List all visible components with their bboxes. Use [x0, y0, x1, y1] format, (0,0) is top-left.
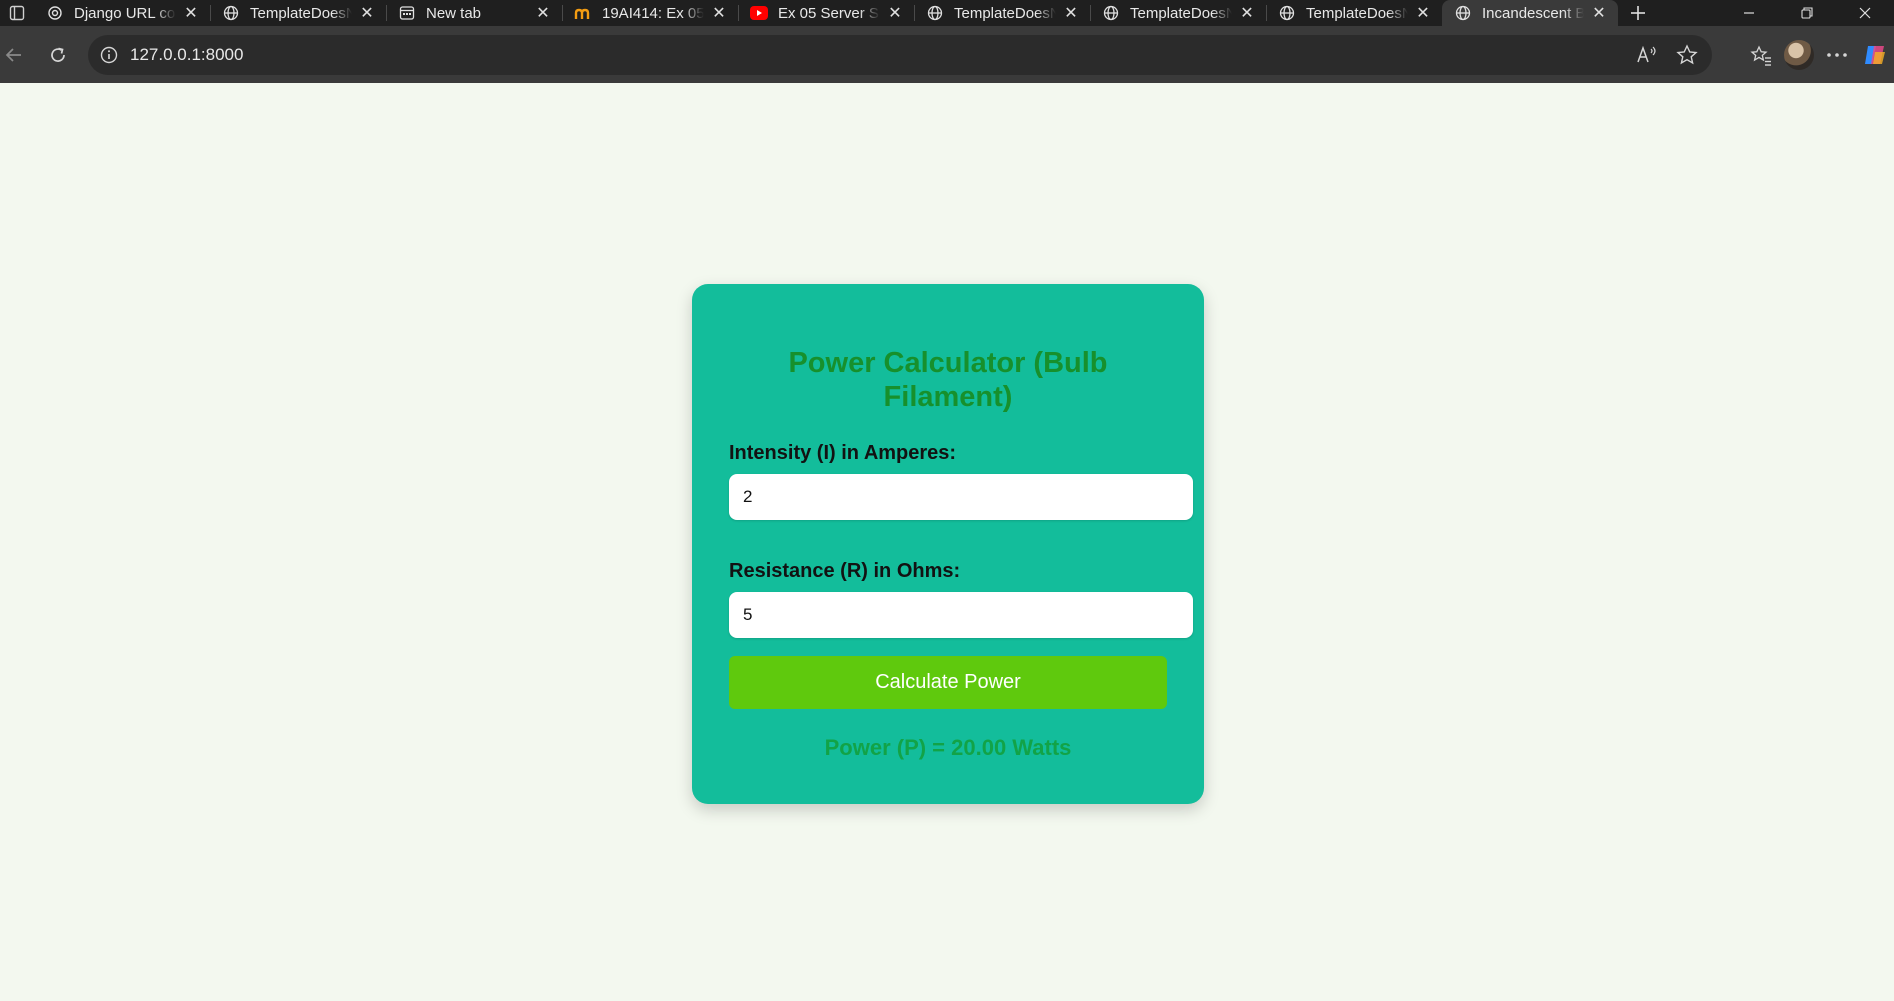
read-aloud-icon[interactable] — [1632, 40, 1662, 70]
tab-actions-button[interactable] — [0, 0, 34, 26]
minimize-icon — [1744, 12, 1754, 14]
globe-icon — [926, 4, 944, 22]
copilot-icon[interactable] — [1860, 40, 1890, 70]
globe-icon — [1278, 4, 1296, 22]
favorites-icon[interactable] — [1746, 40, 1776, 70]
intensity-label: Intensity (I) in Amperes: — [729, 442, 957, 464]
browser-tab[interactable]: TemplateDoesN ✕ — [914, 0, 1090, 26]
arrow-left-icon — [5, 48, 21, 62]
refresh-icon — [51, 47, 65, 62]
close-window-button[interactable] — [1836, 0, 1894, 26]
close-icon[interactable]: ✕ — [182, 4, 200, 22]
browser-tab[interactable]: Django URL co ✕ — [34, 0, 210, 26]
tab-title: TemplateDoesN — [954, 4, 1056, 22]
window-controls — [1720, 0, 1894, 26]
close-icon[interactable]: ✕ — [1238, 4, 1256, 22]
new-tab-page-icon — [398, 4, 416, 22]
tab-title: Django URL co — [74, 4, 176, 22]
more-options-icon[interactable] — [1822, 40, 1852, 70]
favorite-star-icon[interactable] — [1672, 40, 1702, 70]
power-calculator-card: Power Calculator (Bulb Filament) Intensi… — [692, 284, 1204, 804]
globe-icon — [1454, 4, 1472, 22]
calculate-power-button[interactable]: Calculate Power — [729, 656, 1167, 709]
resistance-input[interactable] — [729, 592, 1193, 638]
profile-avatar[interactable] — [1784, 40, 1814, 70]
tab-title: TemplateDoesN — [1306, 4, 1408, 22]
address-bar[interactable]: 127.0.0.1:8000 — [88, 35, 1712, 75]
sidebar-icon — [9, 5, 25, 21]
site-info-icon[interactable] — [100, 46, 118, 64]
browser-tab[interactable]: Ex 05 Server Si ✕ — [738, 0, 914, 26]
close-icon — [1859, 7, 1871, 19]
url-text[interactable]: 127.0.0.1:8000 — [130, 45, 243, 65]
resistance-label: Resistance (R) in Ohms: — [729, 560, 961, 582]
tab-title: TemplateDoesN — [1130, 4, 1232, 22]
address-bar-actions — [1632, 40, 1712, 70]
moodle-logo-icon — [574, 4, 592, 22]
restore-icon — [1801, 7, 1813, 19]
close-icon[interactable]: ✕ — [358, 4, 376, 22]
intensity-input[interactable] — [729, 474, 1193, 520]
browser-tab[interactable]: TemplateDoesN ✕ — [1090, 0, 1266, 26]
close-icon[interactable]: ✕ — [534, 4, 552, 22]
browser-tab[interactable]: TemplateDoesN ✕ — [210, 0, 386, 26]
close-icon[interactable]: ✕ — [1414, 4, 1432, 22]
back-button[interactable] — [0, 35, 34, 75]
power-result: Power (P) = 20.00 Watts — [824, 735, 1072, 760]
close-icon[interactable]: ✕ — [1590, 4, 1608, 22]
browser-tab[interactable]: TemplateDoesN ✕ — [1266, 0, 1442, 26]
close-icon[interactable]: ✕ — [886, 4, 904, 22]
openai-logo-icon — [46, 4, 64, 22]
plus-icon — [1631, 6, 1645, 20]
tab-title: Ex 05 Server Si — [778, 4, 880, 22]
browser-tab[interactable]: New tab ✕ — [386, 0, 562, 26]
refresh-button[interactable] — [38, 35, 78, 75]
restore-button[interactable] — [1778, 0, 1836, 26]
tab-strip: Django URL co ✕ TemplateDoesN ✕ New tab … — [0, 0, 1894, 26]
close-icon[interactable]: ✕ — [710, 4, 728, 22]
new-tab-button[interactable] — [1618, 0, 1658, 26]
toolbar-right-actions — [1746, 35, 1894, 75]
browser-toolbar: 127.0.0.1:8000 — [0, 26, 1894, 83]
youtube-logo-icon — [750, 4, 768, 22]
tab-title: Incandescent B — [1482, 4, 1584, 22]
globe-icon — [1102, 4, 1120, 22]
globe-icon — [222, 4, 240, 22]
tab-title: New tab — [426, 4, 482, 22]
page-title: Power Calculator (Bulb Filament) — [788, 347, 1108, 413]
browser-tab[interactable]: 19AI414: Ex 05 ✕ — [562, 0, 738, 26]
close-icon[interactable]: ✕ — [1062, 4, 1080, 22]
browser-tab-active[interactable]: Incandescent B ✕ — [1442, 0, 1618, 26]
tab-title: TemplateDoesN — [250, 4, 352, 22]
tab-title: 19AI414: Ex 05 — [602, 4, 704, 22]
minimize-button[interactable] — [1720, 0, 1778, 26]
